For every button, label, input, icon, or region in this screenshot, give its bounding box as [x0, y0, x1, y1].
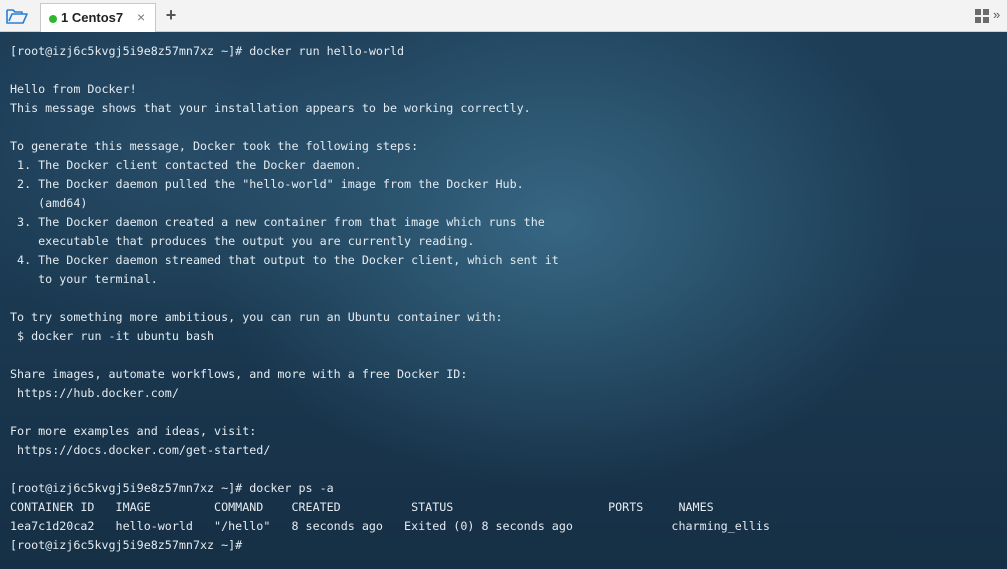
- terminal-line: Hello from Docker!: [10, 82, 137, 96]
- terminal-line: Share images, automate workflows, and mo…: [10, 367, 468, 381]
- terminal-line: This message shows that your installatio…: [10, 101, 531, 115]
- terminal-line: [root@izj6c5kvgj5i9e8z57mn7xz ~]# docker…: [10, 44, 405, 58]
- terminal-line: 4. The Docker daemon streamed that outpu…: [10, 253, 559, 267]
- terminal-line: To try something more ambitious, you can…: [10, 310, 503, 324]
- terminal-line: To generate this message, Docker took th…: [10, 139, 419, 153]
- terminal-line: CONTAINER ID IMAGE COMMAND CREATED STATU…: [10, 500, 714, 514]
- terminal-line: 2. The Docker daemon pulled the "hello-w…: [10, 177, 524, 191]
- terminal-text: [root@izj6c5kvgj5i9e8z57mn7xz ~]# docker…: [10, 42, 770, 555]
- terminal-line: https://docs.docker.com/get-started/: [10, 443, 271, 457]
- terminal-line: to your terminal.: [10, 272, 158, 286]
- grid-icon[interactable]: [975, 9, 989, 23]
- terminal-line: [root@izj6c5kvgj5i9e8z57mn7xz ~]#: [10, 538, 243, 552]
- tab-session[interactable]: 1 Centos7 ×: [40, 3, 156, 32]
- terminal-output[interactable]: [root@izj6c5kvgj5i9e8z57mn7xz ~]# docker…: [0, 32, 1007, 569]
- more-tabs-icon[interactable]: »: [993, 7, 1000, 22]
- terminal-line: executable that produces the output you …: [10, 234, 475, 248]
- terminal-line: For more examples and ideas, visit:: [10, 424, 257, 438]
- tab-session-label: 1 Centos7: [61, 10, 124, 25]
- terminal-line: 1. The Docker client contacted the Docke…: [10, 158, 362, 172]
- terminal-line: $ docker run -it ubuntu bash: [10, 329, 215, 343]
- terminal-line: 1ea7c1d20ca2 hello-world "/hello" 8 seco…: [10, 519, 770, 533]
- add-tab-button[interactable]: +: [162, 5, 180, 25]
- terminal-line: https://hub.docker.com/: [10, 386, 179, 400]
- folder-open-icon[interactable]: [4, 5, 30, 27]
- close-icon[interactable]: ×: [137, 9, 145, 25]
- terminal-line: [root@izj6c5kvgj5i9e8z57mn7xz ~]# docker…: [10, 481, 334, 495]
- terminal-line: (amd64): [10, 196, 88, 210]
- tab-bar: 1 Centos7 × + »: [0, 0, 1007, 32]
- terminal-line: 3. The Docker daemon created a new conta…: [10, 215, 545, 229]
- connection-status-icon: [49, 15, 57, 23]
